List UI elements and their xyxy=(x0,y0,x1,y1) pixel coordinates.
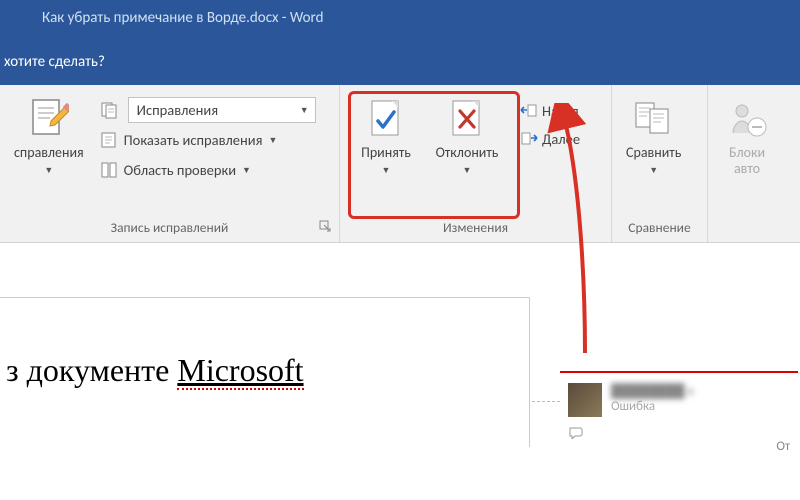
next-label: Далее xyxy=(542,130,580,148)
display-for-review-row[interactable]: Исправления ▼ xyxy=(94,95,320,125)
document-title: Как убрать примечание в Ворде.docx - Wor… xyxy=(42,9,323,27)
comment-meta: ████████ в Ошибка xyxy=(611,383,694,414)
reply-icon xyxy=(568,425,584,439)
display-for-review-combo[interactable]: Исправления ▼ xyxy=(128,97,316,123)
reject-button[interactable]: Отклонить ▼ xyxy=(424,91,510,203)
next-icon xyxy=(518,131,540,147)
group-compare-label: Сравнение xyxy=(612,219,707,236)
accept-label: Принять xyxy=(361,145,411,161)
dialog-launcher-icon[interactable] xyxy=(319,220,333,234)
chevron-down-icon: ▼ xyxy=(382,165,391,176)
chevron-down-icon: ▼ xyxy=(242,165,251,176)
compare-icon xyxy=(632,95,676,143)
document-page[interactable]: з документе Microsoft xyxy=(0,297,530,447)
document-area: з документе Microsoft ████████ в Ошибка … xyxy=(0,243,800,500)
title-bar: Как убрать примечание в Ворде.docx - Wor… xyxy=(0,0,800,38)
previous-icon xyxy=(518,103,540,119)
track-changes-icon xyxy=(29,95,69,143)
reviewing-pane-label: Область проверки xyxy=(124,161,236,179)
reviewing-pane-button[interactable]: Область проверки ▼ xyxy=(94,155,320,185)
group-tracking-label: Запись исправлений xyxy=(0,219,339,236)
compare-label: Сравнить xyxy=(626,145,681,161)
group-tracking: справления ▼ Исправления ▼ xyxy=(0,85,340,242)
comment-card[interactable]: ████████ в Ошибка От xyxy=(560,371,798,460)
group-compare: Сравнить ▼ Сравнение xyxy=(612,85,708,242)
show-markup-button[interactable]: Показать исправления ▼ xyxy=(94,125,320,155)
reject-label: Отклонить xyxy=(436,145,499,161)
comment-author: ████████ в xyxy=(611,383,694,399)
reply-label: От xyxy=(776,439,790,454)
accept-button[interactable]: Принять ▼ xyxy=(348,91,424,203)
chevron-down-icon: ▼ xyxy=(44,165,53,176)
chevron-down-icon: ▼ xyxy=(649,165,658,176)
group-changes: Принять ▼ Отклонить ▼ Назад xyxy=(340,85,612,242)
block-authors-icon xyxy=(727,95,767,143)
display-for-review-value: Исправления xyxy=(137,101,218,119)
show-markup-label: Показать исправления xyxy=(124,131,263,149)
display-review-icon xyxy=(98,101,120,119)
reviewing-pane-icon xyxy=(98,161,120,179)
doc-text-prefix: з документе xyxy=(6,352,177,388)
tell-me-bar[interactable]: хотите сделать? xyxy=(0,38,800,85)
comment-connector xyxy=(532,401,560,403)
reject-icon xyxy=(447,95,487,143)
accept-icon xyxy=(366,95,406,143)
compare-button[interactable]: Сравнить ▼ xyxy=(620,91,687,203)
chevron-down-icon: ▼ xyxy=(269,135,278,146)
block-authors-button[interactable]: Блоки авто xyxy=(716,91,778,203)
group-changes-label: Изменения xyxy=(340,219,611,236)
comment-body: Ошибка xyxy=(611,399,694,414)
track-changes-button[interactable]: справления ▼ xyxy=(8,91,90,203)
previous-change-button[interactable]: Назад xyxy=(514,97,584,125)
chevron-down-icon: ▼ xyxy=(463,165,472,176)
document-text: з документе Microsoft xyxy=(6,352,304,390)
block-authors-label1: Блоки xyxy=(729,145,765,161)
track-changes-label: справления xyxy=(14,145,84,161)
previous-label: Назад xyxy=(542,102,579,120)
tell-me-text: хотите сделать? xyxy=(4,53,105,71)
next-change-button[interactable]: Далее xyxy=(514,125,584,153)
reply-button[interactable]: От xyxy=(568,425,790,454)
doc-text-underlined: Microsoft xyxy=(177,352,303,390)
show-markup-icon xyxy=(98,131,120,149)
block-authors-label2: авто xyxy=(734,161,760,177)
avatar xyxy=(568,383,602,417)
chevron-down-icon: ▼ xyxy=(300,105,309,116)
ribbon: справления ▼ Исправления ▼ xyxy=(0,85,800,243)
group-protect: Блоки авто xyxy=(708,85,798,242)
